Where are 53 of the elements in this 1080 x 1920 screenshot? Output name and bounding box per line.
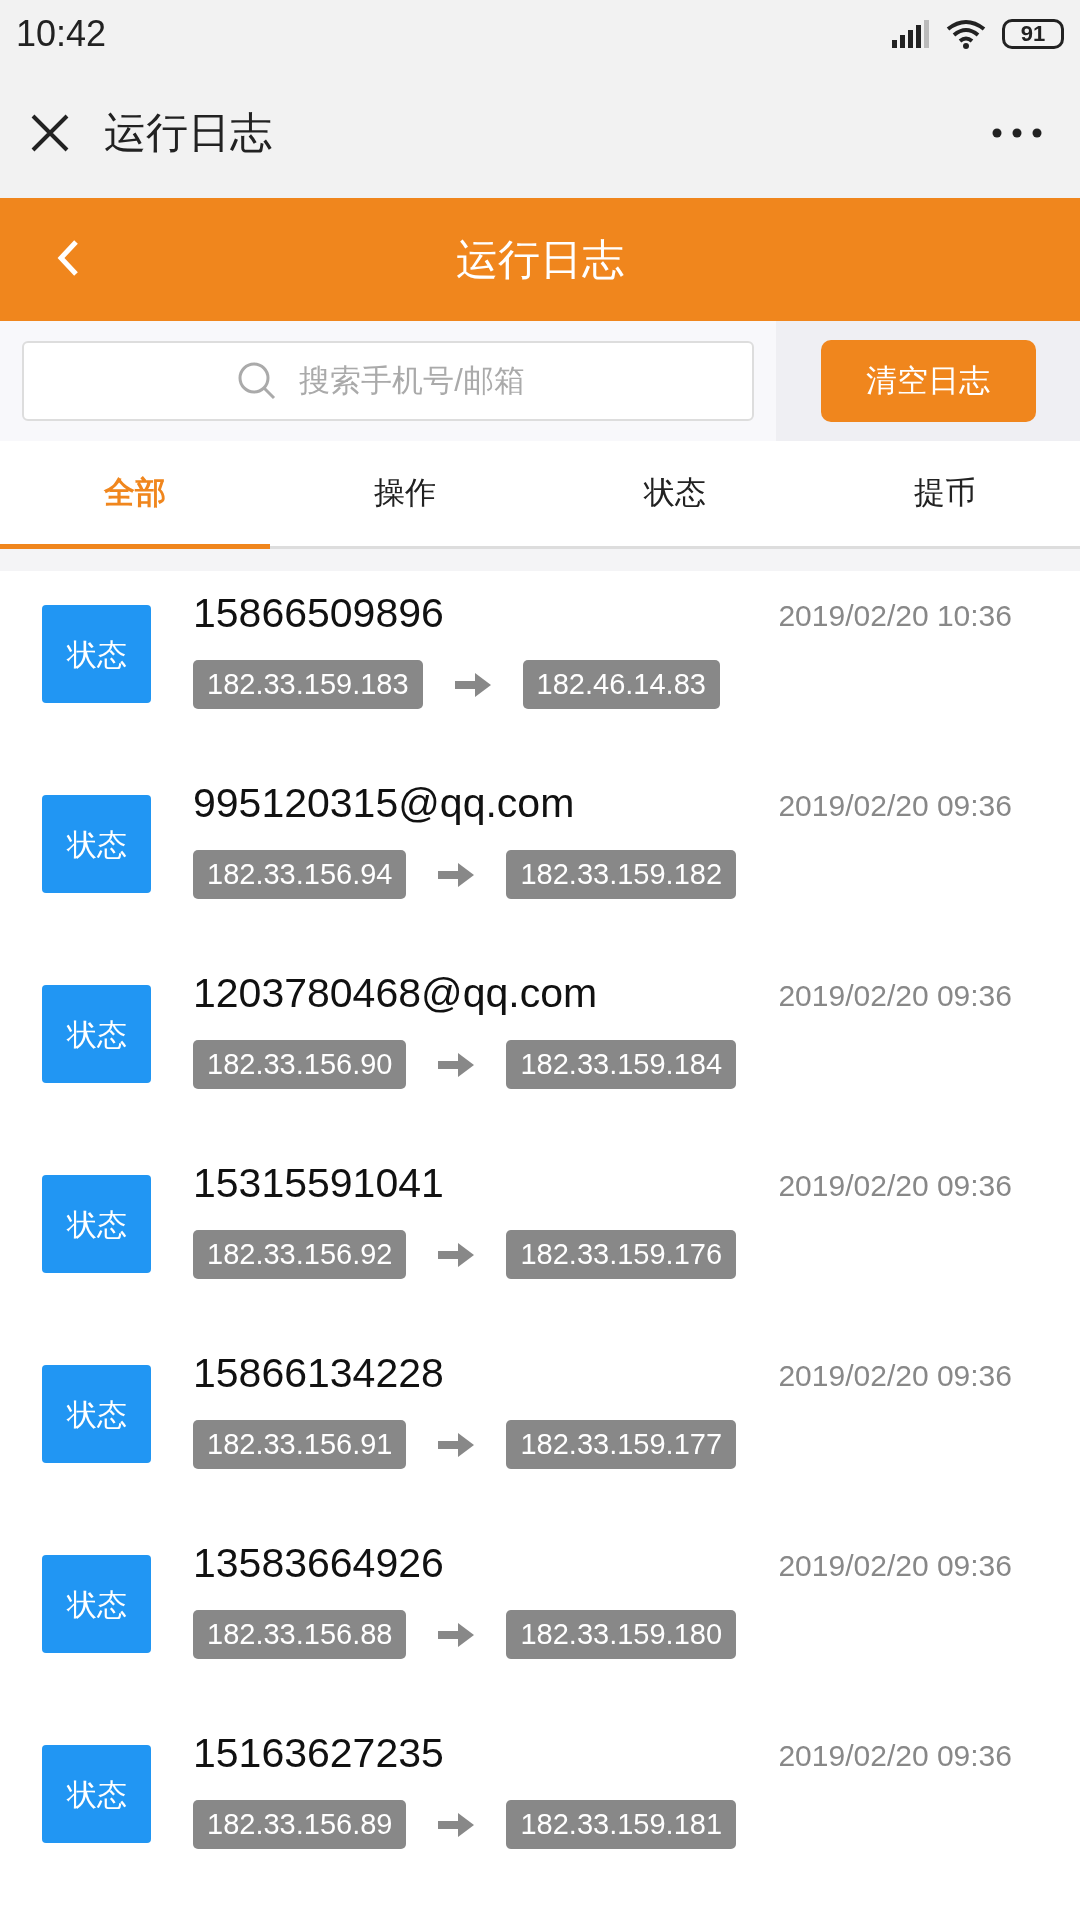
account-text: 995120315@qq.com — [193, 779, 575, 828]
destination-ip: 182.33.159.177 — [506, 1420, 737, 1469]
account-text: 15315591041 — [193, 1159, 444, 1208]
arrow-icon — [452, 670, 493, 699]
log-time: 2019/02/20 09:36 — [778, 788, 1012, 824]
log-time: 2019/02/20 09:36 — [778, 1738, 1012, 1774]
status-tag: 状态 — [42, 1745, 151, 1843]
destination-ip: 182.33.159.176 — [506, 1230, 737, 1279]
account-text: 15163627235 — [193, 1729, 444, 1778]
back-button[interactable] — [56, 238, 80, 278]
page-title: 运行日志 — [104, 108, 272, 158]
log-time: 2019/02/20 09:36 — [778, 1548, 1012, 1584]
more-icon — [992, 127, 1042, 138]
close-button[interactable] — [30, 112, 70, 153]
destination-ip: 182.33.159.181 — [506, 1800, 737, 1849]
status-tag: 状态 — [42, 1365, 151, 1463]
battery-level: 91 — [1002, 18, 1064, 49]
log-time: 2019/02/20 09:36 — [778, 1358, 1012, 1394]
source-ip: 182.33.156.91 — [193, 1420, 407, 1469]
back-icon — [56, 238, 80, 278]
search-icon — [237, 361, 277, 401]
log-time: 2019/02/20 09:36 — [778, 1168, 1012, 1204]
destination-ip: 182.46.14.83 — [522, 660, 720, 709]
source-ip: 182.33.156.92 — [193, 1230, 407, 1279]
source-ip: 182.33.159.183 — [193, 660, 423, 709]
account-text: 15866509896 — [193, 589, 444, 638]
account-text: 1203780468@qq.com — [193, 969, 598, 1018]
source-ip: 182.33.156.90 — [193, 1040, 407, 1089]
search-field[interactable]: 搜索手机号/邮箱 — [22, 341, 754, 421]
source-ip: 182.33.156.94 — [193, 850, 407, 899]
status-tag: 状态 — [42, 985, 151, 1083]
status-tag: 状态 — [42, 1555, 151, 1653]
destination-ip: 182.33.159.184 — [506, 1040, 737, 1089]
tab[interactable]: 操作 — [270, 441, 540, 546]
status-tag: 状态 — [42, 795, 151, 893]
wifi-icon — [946, 18, 986, 49]
account-text: 13583664926 — [193, 1539, 444, 1588]
log-time: 2019/02/20 09:36 — [778, 978, 1012, 1014]
log-time: 2019/02/20 10:36 — [778, 598, 1012, 634]
header-title: 运行日志 — [456, 235, 624, 285]
destination-ip: 182.33.159.180 — [506, 1610, 737, 1659]
tab[interactable]: 状态 — [540, 441, 810, 546]
source-ip: 182.33.156.89 — [193, 1800, 407, 1849]
source-ip: 182.33.156.88 — [193, 1610, 407, 1659]
signal-icon — [890, 19, 930, 48]
status-tag: 状态 — [42, 1175, 151, 1273]
destination-ip: 182.33.159.182 — [506, 850, 737, 899]
close-icon — [30, 112, 70, 153]
status-tag: 状态 — [42, 605, 151, 703]
clock-time: 10:42 — [16, 11, 107, 56]
account-text: 15866134228 — [193, 1349, 444, 1398]
tab[interactable]: 提币 — [810, 441, 1080, 546]
more-button[interactable] — [992, 127, 1042, 138]
